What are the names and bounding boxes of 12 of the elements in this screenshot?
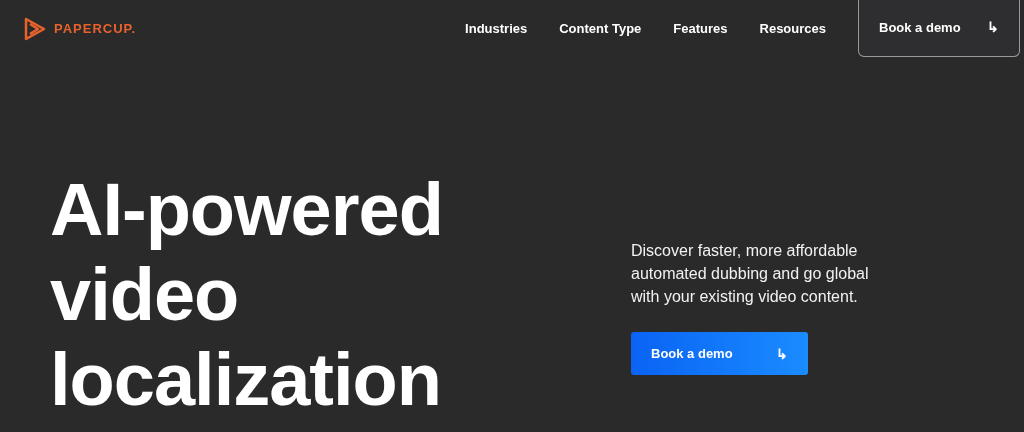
book-demo-button[interactable]: Book a demo ↳ bbox=[858, 0, 1020, 57]
nav-link[interactable]: Features bbox=[657, 21, 744, 36]
hero-heading: localization bbox=[50, 337, 441, 422]
nav-link[interactable]: Content Type bbox=[543, 21, 658, 36]
book-demo-button[interactable]: Book a demo ↳ bbox=[631, 332, 808, 375]
nav-link[interactable]: Industries bbox=[449, 21, 544, 36]
hero-description: Discover faster, more affordable automated dubbing and go global with your existing video content. bbox=[631, 241, 870, 307]
logo-text: PAPERCUP. bbox=[54, 21, 137, 36]
hero-heading: AI-powered bbox=[50, 167, 443, 252]
logo-icon bbox=[24, 16, 46, 41]
nav-link[interactable]: Resources bbox=[743, 21, 842, 36]
hero-heading: video bbox=[50, 252, 239, 337]
